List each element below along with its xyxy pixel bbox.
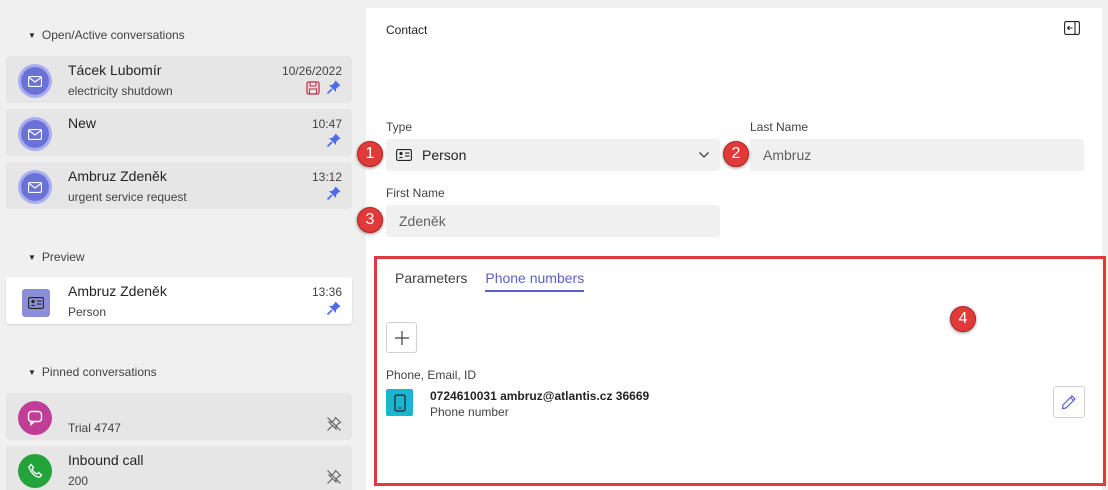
- tab-bar: Parameters Phone numbers: [395, 270, 585, 292]
- unpin-icon[interactable]: [326, 469, 342, 485]
- tab-phone-numbers[interactable]: Phone numbers: [485, 270, 585, 292]
- mail-icon: [18, 117, 52, 151]
- phone-icon: [18, 454, 52, 488]
- section-header-preview[interactable]: ▼ Preview: [28, 250, 85, 264]
- contact-card-icon: [22, 289, 50, 317]
- callout-marker: 1: [357, 141, 383, 167]
- conversation-name: Ambruz Zdeněk: [68, 168, 167, 184]
- first-name-value: Zdeněk: [399, 213, 446, 229]
- conversation-list-pane: ▼ Open/Active conversations Tácek Lubomí…: [0, 0, 360, 490]
- pin-icon[interactable]: [326, 300, 342, 316]
- conversation-time: 13:12: [311, 170, 342, 184]
- phone-list-header: Phone, Email, ID: [386, 368, 477, 382]
- section-header-open[interactable]: ▼ Open/Active conversations: [28, 28, 185, 42]
- last-name-field[interactable]: Ambruz: [750, 139, 1084, 171]
- pinned-conversation-item[interactable]: Inbound call 200: [6, 446, 352, 490]
- mail-icon: [18, 170, 52, 204]
- edit-phone-button[interactable]: [1053, 386, 1085, 418]
- callout-marker: 3: [357, 207, 383, 233]
- pencil-icon: [1061, 395, 1076, 410]
- type-dropdown[interactable]: Person: [386, 139, 720, 171]
- callout-marker: 2: [723, 141, 749, 167]
- first-name-field[interactable]: Zdeněk: [386, 205, 720, 237]
- preview-conversation-item[interactable]: Ambruz Zdeněk Person 13:36: [6, 277, 352, 324]
- type-value: Person: [422, 147, 467, 163]
- collapse-panel-icon[interactable]: [1064, 21, 1080, 35]
- section-header-pinned[interactable]: ▼ Pinned conversations: [28, 365, 157, 379]
- first-name-label: First Name: [386, 186, 445, 200]
- save-icon[interactable]: [306, 81, 320, 95]
- add-phone-button[interactable]: [386, 322, 417, 353]
- phone-entry-type: Phone number: [430, 405, 509, 419]
- caret-down-icon: ▼: [28, 367, 36, 377]
- pin-icon[interactable]: [326, 132, 342, 148]
- conversation-subject: electricity shutdown: [68, 84, 173, 98]
- conversation-name: New: [68, 115, 97, 131]
- caret-down-icon: ▼: [28, 30, 36, 40]
- type-label: Type: [386, 120, 413, 134]
- conversation-item[interactable]: Ambruz Zdeněk urgent service request 13:…: [6, 162, 352, 209]
- mail-icon: [18, 64, 52, 98]
- conversation-item[interactable]: New 10:47: [6, 109, 352, 156]
- section-label: Pinned conversations: [41, 365, 157, 379]
- pin-icon[interactable]: [326, 79, 342, 95]
- conversation-subject: urgent service request: [68, 190, 187, 204]
- conversation-time: 13:36: [311, 285, 342, 299]
- pin-icon[interactable]: [326, 185, 342, 201]
- chat-icon: [18, 401, 52, 435]
- section-label: Preview: [41, 250, 85, 264]
- callout-marker: 4: [950, 306, 976, 332]
- conversation-subject: 200: [68, 474, 89, 488]
- contact-card-icon: [396, 149, 412, 161]
- conversation-item[interactable]: Tácek Lubomír electricity shutdown 10/26…: [6, 56, 352, 103]
- conversation-name: Ambruz Zdeněk: [68, 283, 167, 299]
- unpin-icon[interactable]: [326, 416, 342, 432]
- chevron-down-icon: [699, 152, 709, 158]
- mobile-phone-icon: [386, 389, 413, 416]
- conversation-time: 10/26/2022: [281, 64, 342, 78]
- conversation-name: Tácek Lubomír: [68, 62, 162, 78]
- caret-down-icon: ▼: [28, 252, 36, 262]
- phone-entry-value: 0724610031 ambruz@atlantis.cz 36669: [430, 389, 650, 403]
- panel-title: Contact: [386, 23, 428, 37]
- conversation-time: 10:47: [311, 117, 342, 131]
- section-label: Open/Active conversations: [41, 28, 185, 42]
- tab-parameters[interactable]: Parameters: [395, 270, 467, 292]
- plus-icon: [394, 330, 409, 345]
- conversation-subject: Person: [68, 305, 107, 319]
- pinned-conversation-item[interactable]: Trial 4747: [6, 393, 352, 440]
- last-name-value: Ambruz: [763, 147, 812, 163]
- conversation-subject: Trial 4747: [68, 421, 121, 435]
- last-name-label: Last Name: [750, 120, 809, 134]
- conversation-name: Inbound call: [68, 452, 144, 468]
